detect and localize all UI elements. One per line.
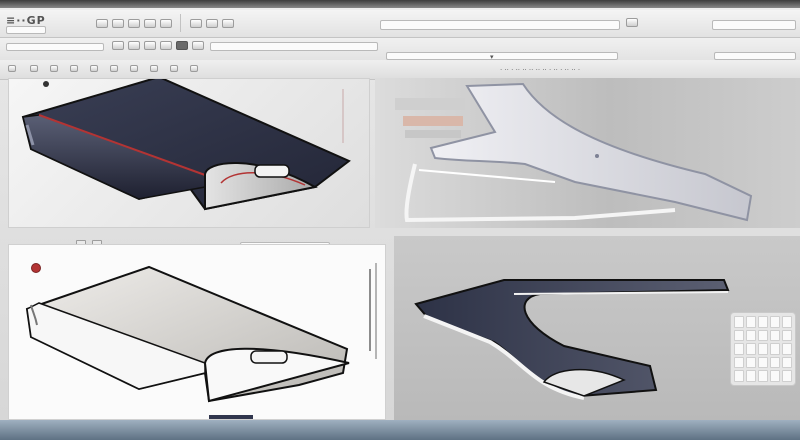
grid-button[interactable] [192,41,204,50]
app-window: ≡··GP ▾ · ·· · ·· ·· ·· ·· ·· · ·· · ·· … [0,0,800,440]
new-button[interactable] [96,19,108,28]
square-icon[interactable] [150,65,158,72]
cut-button[interactable] [190,19,202,28]
search-input[interactable] [712,20,796,30]
snap-button[interactable] [176,41,188,50]
scale-button[interactable] [160,41,172,50]
tertiary-toolbar: · ·· · ·· ·· ·· ·· ·· · ·· · ·· ·· · [0,60,800,80]
paste-button[interactable] [222,19,234,28]
copy-button[interactable] [206,19,218,28]
settings-button[interactable] [626,18,638,27]
rotate-button[interactable] [144,41,156,50]
outline-square-icon[interactable] [170,65,178,72]
redo-button[interactable] [160,19,172,28]
layer-field[interactable] [6,43,104,51]
keypad-icon[interactable] [730,312,796,386]
record-icon[interactable] [43,81,49,87]
circle-icon[interactable] [110,65,118,72]
undo-button[interactable] [144,19,156,28]
save-button[interactable] [128,19,140,28]
timeline-ticks: · ·· · ·· ·· ·· ·· ·· · ·· · ·· ·· · [500,66,581,74]
main-toolbar: ≡··GP [0,10,800,38]
triangle-icon[interactable] [190,65,198,72]
viewport-top-right[interactable] [375,78,800,228]
move-button[interactable] [128,41,140,50]
command-field[interactable] [380,20,620,30]
filled-circle-icon[interactable] [130,65,138,72]
viewport-top-left[interactable] [8,78,370,228]
open-button[interactable] [112,19,124,28]
menu-icon[interactable] [8,65,16,72]
device-model-light [25,265,350,419]
path-field[interactable] [386,52,618,60]
key-icon[interactable] [70,65,78,72]
viewport-bottom-right[interactable] [394,236,800,420]
device-model-dark [21,79,351,211]
next-icon[interactable] [50,65,58,72]
title-bar [0,0,800,10]
prev-icon[interactable] [30,65,38,72]
record-icon[interactable] [31,263,41,273]
taskbar [0,420,800,440]
viewport-bottom-left[interactable] [8,244,386,420]
panel-handle[interactable] [369,269,371,351]
file-field[interactable] [6,26,46,34]
select-button[interactable] [112,41,124,50]
zoom-field[interactable] [714,52,796,60]
device-model-profile [395,82,753,223]
property-field[interactable] [210,42,378,51]
keyframe-icon[interactable] [90,65,98,72]
